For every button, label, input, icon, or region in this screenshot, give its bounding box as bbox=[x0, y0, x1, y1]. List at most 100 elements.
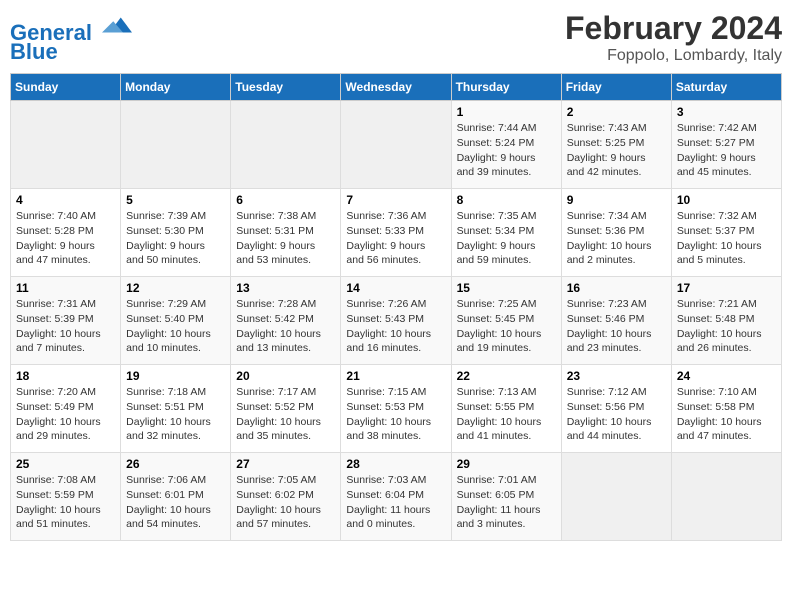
weekday-header-sunday: Sunday bbox=[11, 74, 121, 101]
calendar-week-row: 25 Sunrise: 7:08 AMSunset: 5:59 PMDayligh… bbox=[11, 453, 782, 541]
day-info: Sunrise: 7:44 AMSunset: 5:24 PMDaylight:… bbox=[457, 121, 556, 180]
day-number: 24 bbox=[677, 369, 776, 383]
day-info: Sunrise: 7:40 AMSunset: 5:28 PMDaylight:… bbox=[16, 209, 115, 268]
day-number: 19 bbox=[126, 369, 225, 383]
day-number: 23 bbox=[567, 369, 666, 383]
day-info: Sunrise: 7:43 AMSunset: 5:25 PMDaylight:… bbox=[567, 121, 666, 180]
calendar-cell: 18 Sunrise: 7:20 AMSunset: 5:49 PMDayligh… bbox=[11, 365, 121, 453]
weekday-header-saturday: Saturday bbox=[671, 74, 781, 101]
day-number: 27 bbox=[236, 457, 335, 471]
day-number: 6 bbox=[236, 193, 335, 207]
calendar-cell: 21 Sunrise: 7:15 AMSunset: 5:53 PMDayligh… bbox=[341, 365, 451, 453]
calendar-cell: 16Sunrise: 7:23 AMSunset: 5:46 PMDayligh… bbox=[561, 277, 671, 365]
calendar-cell: 3 Sunrise: 7:42 AMSunset: 5:27 PMDaylight… bbox=[671, 101, 781, 189]
day-info: Sunrise: 7:28 AMSunset: 5:42 PMDaylight:… bbox=[236, 297, 335, 356]
calendar-cell bbox=[341, 101, 451, 189]
day-info: Sunrise: 7:10 AMSunset: 5:58 PMDaylight:… bbox=[677, 385, 776, 444]
calendar-cell: 15 Sunrise: 7:25 AMSunset: 5:45 PMDayligh… bbox=[451, 277, 561, 365]
day-number: 13 bbox=[236, 281, 335, 295]
day-info: Sunrise: 7:21 AMSunset: 5:48 PMDaylight:… bbox=[677, 297, 776, 356]
day-number: 25 bbox=[16, 457, 115, 471]
weekday-header-friday: Friday bbox=[561, 74, 671, 101]
day-info: Sunrise: 7:32 AMSunset: 5:37 PMDaylight:… bbox=[677, 209, 776, 268]
calendar-cell: 8 Sunrise: 7:35 AMSunset: 5:34 PMDaylight… bbox=[451, 189, 561, 277]
day-info: Sunrise: 7:34 AMSunset: 5:36 PMDaylight:… bbox=[567, 209, 666, 268]
calendar-cell: 4 Sunrise: 7:40 AMSunset: 5:28 PMDaylight… bbox=[11, 189, 121, 277]
calendar-cell bbox=[121, 101, 231, 189]
calendar-cell: 14 Sunrise: 7:26 AMSunset: 5:43 PMDayligh… bbox=[341, 277, 451, 365]
day-number: 17 bbox=[677, 281, 776, 295]
calendar-cell: 1 Sunrise: 7:44 AMSunset: 5:24 PMDaylight… bbox=[451, 101, 561, 189]
calendar-cell: 26 Sunrise: 7:06 AMSunset: 6:01 PMDayligh… bbox=[121, 453, 231, 541]
day-number: 22 bbox=[457, 369, 556, 383]
calendar-cell: 6 Sunrise: 7:38 AMSunset: 5:31 PMDaylight… bbox=[231, 189, 341, 277]
day-info: Sunrise: 7:29 AMSunset: 5:40 PMDaylight:… bbox=[126, 297, 225, 356]
day-info: Sunrise: 7:12 AMSunset: 5:56 PMDaylight:… bbox=[567, 385, 666, 444]
page-header: General Blue February 2024 Foppolo, Lomb… bbox=[10, 10, 782, 65]
day-number: 11 bbox=[16, 281, 115, 295]
calendar-title: February 2024 bbox=[565, 10, 782, 47]
calendar-cell: 19Sunrise: 7:18 AMSunset: 5:51 PMDayligh… bbox=[121, 365, 231, 453]
day-info: Sunrise: 7:17 AMSunset: 5:52 PMDaylight:… bbox=[236, 385, 335, 444]
calendar-cell: 29 Sunrise: 7:01 AMSunset: 6:05 PMDayligh… bbox=[451, 453, 561, 541]
calendar-cell: 10 Sunrise: 7:32 AMSunset: 5:37 PMDayligh… bbox=[671, 189, 781, 277]
calendar-table: SundayMondayTuesdayWednesdayThursdayFrid… bbox=[10, 73, 782, 541]
weekday-header-wednesday: Wednesday bbox=[341, 74, 451, 101]
day-number: 9 bbox=[567, 193, 666, 207]
calendar-cell: 5 Sunrise: 7:39 AMSunset: 5:30 PMDaylight… bbox=[121, 189, 231, 277]
day-number: 8 bbox=[457, 193, 556, 207]
day-info: Sunrise: 7:20 AMSunset: 5:49 PMDaylight:… bbox=[16, 385, 115, 444]
calendar-cell: 20 Sunrise: 7:17 AMSunset: 5:52 PMDayligh… bbox=[231, 365, 341, 453]
calendar-cell: 27Sunrise: 7:05 AMSunset: 6:02 PMDayligh… bbox=[231, 453, 341, 541]
calendar-cell: 13 Sunrise: 7:28 AMSunset: 5:42 PMDayligh… bbox=[231, 277, 341, 365]
calendar-week-row: 1 Sunrise: 7:44 AMSunset: 5:24 PMDaylight… bbox=[11, 101, 782, 189]
day-info: Sunrise: 7:15 AMSunset: 5:53 PMDaylight:… bbox=[346, 385, 445, 444]
day-number: 20 bbox=[236, 369, 335, 383]
day-number: 2 bbox=[567, 105, 666, 119]
day-number: 15 bbox=[457, 281, 556, 295]
calendar-subtitle: Foppolo, Lombardy, Italy bbox=[565, 47, 782, 65]
logo: General Blue bbox=[10, 10, 132, 65]
calendar-cell: 11 Sunrise: 7:31 AMSunset: 5:39 PMDayligh… bbox=[11, 277, 121, 365]
weekday-header-row: SundayMondayTuesdayWednesdayThursdayFrid… bbox=[11, 74, 782, 101]
calendar-cell: 7 Sunrise: 7:36 AMSunset: 5:33 PMDaylight… bbox=[341, 189, 451, 277]
day-info: Sunrise: 7:38 AMSunset: 5:31 PMDaylight:… bbox=[236, 209, 335, 268]
logo-icon bbox=[102, 10, 132, 40]
day-number: 3 bbox=[677, 105, 776, 119]
calendar-cell: 28Sunrise: 7:03 AMSunset: 6:04 PMDayligh… bbox=[341, 453, 451, 541]
day-number: 18 bbox=[16, 369, 115, 383]
calendar-cell: 25 Sunrise: 7:08 AMSunset: 5:59 PMDayligh… bbox=[11, 453, 121, 541]
day-number: 14 bbox=[346, 281, 445, 295]
calendar-cell: 2 Sunrise: 7:43 AMSunset: 5:25 PMDaylight… bbox=[561, 101, 671, 189]
calendar-cell: 12Sunrise: 7:29 AMSunset: 5:40 PMDayligh… bbox=[121, 277, 231, 365]
day-info: Sunrise: 7:08 AMSunset: 5:59 PMDaylight:… bbox=[16, 473, 115, 532]
day-info: Sunrise: 7:36 AMSunset: 5:33 PMDaylight:… bbox=[346, 209, 445, 268]
calendar-cell bbox=[11, 101, 121, 189]
day-number: 5 bbox=[126, 193, 225, 207]
weekday-header-tuesday: Tuesday bbox=[231, 74, 341, 101]
day-number: 4 bbox=[16, 193, 115, 207]
day-info: Sunrise: 7:01 AMSunset: 6:05 PMDaylight:… bbox=[457, 473, 556, 532]
day-number: 1 bbox=[457, 105, 556, 119]
day-number: 10 bbox=[677, 193, 776, 207]
day-info: Sunrise: 7:13 AMSunset: 5:55 PMDaylight:… bbox=[457, 385, 556, 444]
day-info: Sunrise: 7:42 AMSunset: 5:27 PMDaylight:… bbox=[677, 121, 776, 180]
day-info: Sunrise: 7:31 AMSunset: 5:39 PMDaylight:… bbox=[16, 297, 115, 356]
title-block: February 2024 Foppolo, Lombardy, Italy bbox=[565, 10, 782, 65]
calendar-cell bbox=[671, 453, 781, 541]
calendar-cell: 23 Sunrise: 7:12 AMSunset: 5:56 PMDayligh… bbox=[561, 365, 671, 453]
day-info: Sunrise: 7:25 AMSunset: 5:45 PMDaylight:… bbox=[457, 297, 556, 356]
calendar-week-row: 4 Sunrise: 7:40 AMSunset: 5:28 PMDaylight… bbox=[11, 189, 782, 277]
day-info: Sunrise: 7:39 AMSunset: 5:30 PMDaylight:… bbox=[126, 209, 225, 268]
day-info: Sunrise: 7:06 AMSunset: 6:01 PMDaylight:… bbox=[126, 473, 225, 532]
calendar-cell: 22 Sunrise: 7:13 AMSunset: 5:55 PMDayligh… bbox=[451, 365, 561, 453]
day-number: 16 bbox=[567, 281, 666, 295]
calendar-cell: 17 Sunrise: 7:21 AMSunset: 5:48 PMDayligh… bbox=[671, 277, 781, 365]
day-info: Sunrise: 7:35 AMSunset: 5:34 PMDaylight:… bbox=[457, 209, 556, 268]
day-number: 21 bbox=[346, 369, 445, 383]
day-number: 26 bbox=[126, 457, 225, 471]
day-number: 7 bbox=[346, 193, 445, 207]
day-info: Sunrise: 7:26 AMSunset: 5:43 PMDaylight:… bbox=[346, 297, 445, 356]
day-number: 29 bbox=[457, 457, 556, 471]
day-number: 28 bbox=[346, 457, 445, 471]
